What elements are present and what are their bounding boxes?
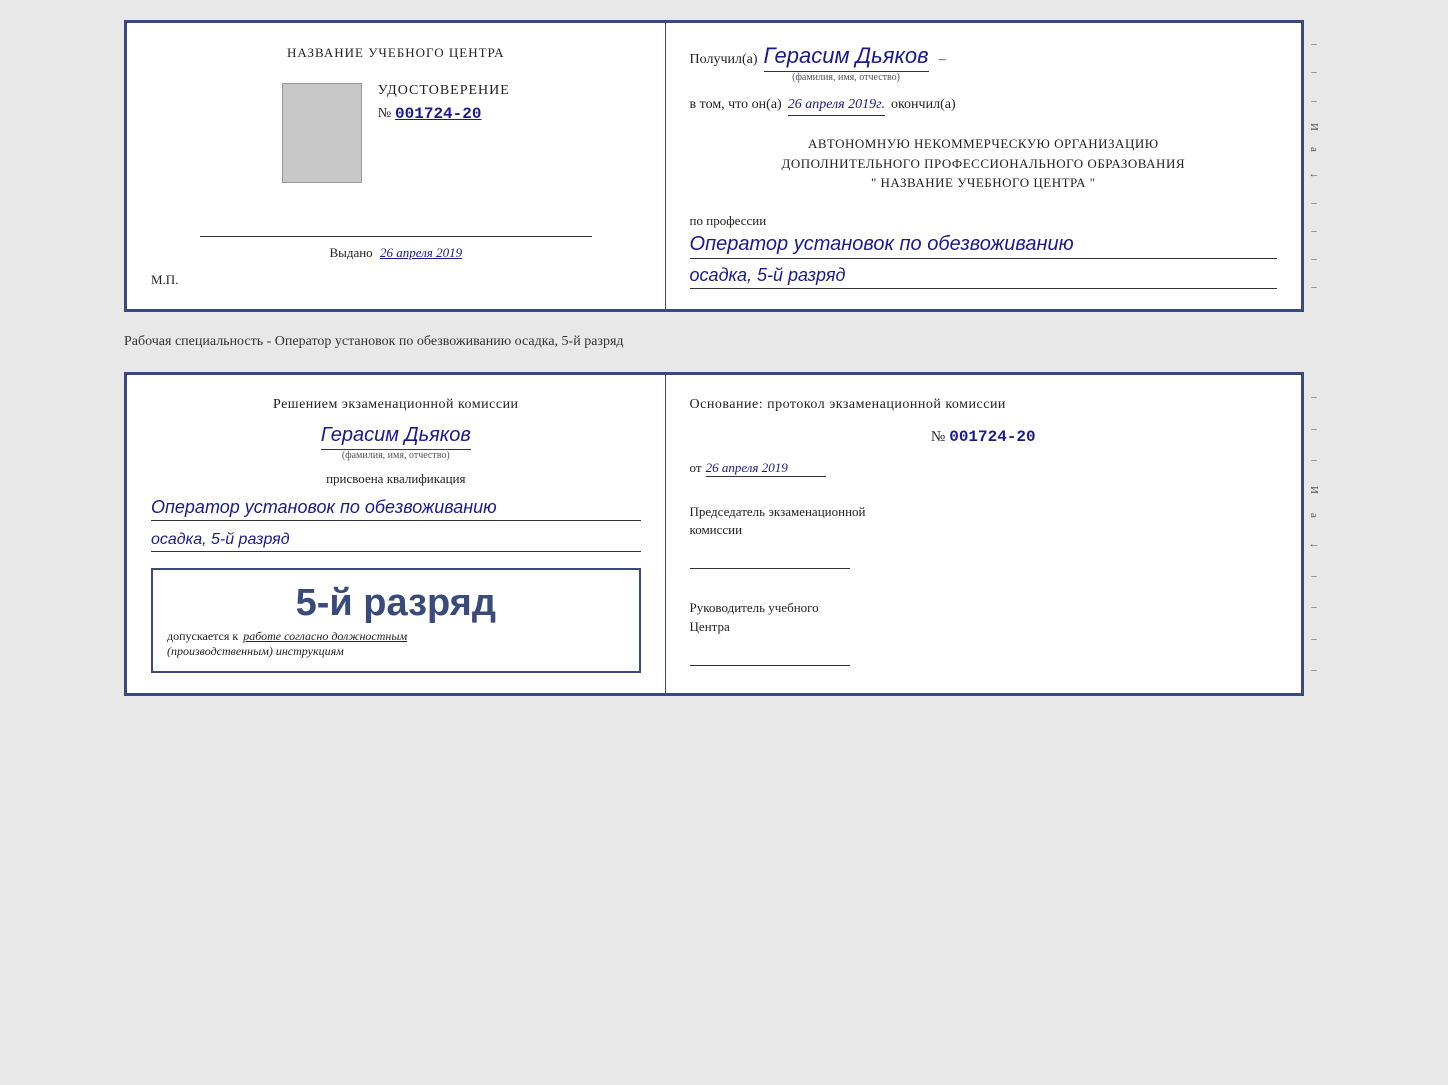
date-prefix: в том, что он(а) xyxy=(690,97,782,113)
date-value: 26 апреля 2019г. xyxy=(788,97,885,116)
bdeco-1: – xyxy=(1311,391,1317,403)
chairman-label: Председатель экзаменационной xyxy=(690,503,1277,521)
school-name-top: НАЗВАНИЕ УЧЕБНОГО ЦЕНТРА xyxy=(287,43,504,63)
decision-title: Решением экзаменационной комиссии xyxy=(273,395,519,415)
cert-number-row: № 001724-20 xyxy=(378,105,510,123)
deco-dash-7: – xyxy=(1311,281,1317,293)
org-line3: " НАЗВАНИЕ УЧЕБНОГО ЦЕНТРА " xyxy=(690,173,1277,193)
org-block: АВТОНОМНУЮ НЕКОММЕРЧЕСКУЮ ОРГАНИЗАЦИЮ ДО… xyxy=(690,134,1277,193)
deco-char-a: а xyxy=(1308,147,1320,152)
director-label2: Центра xyxy=(690,618,1277,636)
separator-label: Рабочая специальность - Оператор установ… xyxy=(124,330,1324,354)
issued-block: Выдано 26 апреля 2019 xyxy=(151,220,641,261)
protocol-date-value: 26 апреля 2019 xyxy=(706,460,826,477)
top-cert-card: НАЗВАНИЕ УЧЕБНОГО ЦЕНТРА УДОСТОВЕРЕНИЕ №… xyxy=(124,20,1304,312)
deco-dash-5: – xyxy=(1311,225,1317,237)
allowed-text: работе согласно должностным xyxy=(243,629,407,643)
top-cert-right: Получил(а) Герасим Дьяков (фамилия, имя,… xyxy=(666,23,1301,309)
protocol-prefix: № xyxy=(931,429,945,446)
org-line1: АВТОНОМНУЮ НЕКОММЕРЧЕСКУЮ ОРГАНИЗАЦИЮ xyxy=(690,134,1277,154)
profession-block: по профессии Оператор установок по обезв… xyxy=(690,213,1277,289)
bottom-cert-card: Решением экзаменационной комиссии Гераси… xyxy=(124,372,1304,697)
recipient-row: Получил(а) Герасим Дьяков (фамилия, имя,… xyxy=(690,43,1277,83)
bottom-cert-right: Основание: протокол экзаменационной коми… xyxy=(666,375,1301,694)
bdeco-i: И xyxy=(1308,486,1320,494)
bdeco-3: – xyxy=(1311,454,1317,466)
right-deco-top: – – – И а ← – – – – xyxy=(1304,20,1324,312)
right-deco-bottom: – – – И а ← – – – – xyxy=(1304,372,1324,697)
allowed-suffix: (производственным) инструкциям xyxy=(167,644,625,659)
deco-dash-2: – xyxy=(1311,66,1317,78)
photo-placeholder xyxy=(282,83,362,183)
cert-number-prefix: № xyxy=(378,106,391,122)
deco-dash-6: – xyxy=(1311,253,1317,265)
qualification-line1: Оператор установок по обезвоживанию xyxy=(151,497,641,521)
dash-sep: – xyxy=(939,52,946,68)
director-block: Руководитель учебного Центра xyxy=(690,599,1277,665)
chairman-label2: комиссии xyxy=(690,521,1277,539)
recipient-prefix: Получил(а) xyxy=(690,52,758,68)
mp-row: М.П. xyxy=(151,271,641,289)
org-line2: ДОПОЛНИТЕЛЬНОГО ПРОФЕССИОНАЛЬНОГО ОБРАЗО… xyxy=(690,154,1277,174)
bottom-name-sub: (фамилия, имя, отчество) xyxy=(342,450,450,461)
rank-box: 5-й разряд допускается к работе согласно… xyxy=(151,568,641,673)
chairman-signature-line xyxy=(690,545,850,569)
recipient-sub: (фамилия, имя, отчество) xyxy=(792,72,900,83)
bottom-cert-wrapper: Решением экзаменационной комиссии Гераси… xyxy=(124,372,1324,697)
cert-id-block: УДОСТОВЕРЕНИЕ № 001724-20 xyxy=(378,83,510,123)
protocol-row: № 001724-20 xyxy=(690,428,1277,446)
cert-title: УДОСТОВЕРЕНИЕ xyxy=(378,83,510,99)
assigned-label: присвоена квалификация xyxy=(326,471,465,487)
protocol-number: 001724-20 xyxy=(949,428,1035,446)
bdeco-4: – xyxy=(1311,570,1317,582)
qualification-line2: осадка, 5-й разряд xyxy=(151,531,641,552)
protocol-date-row: от 26 апреля 2019 xyxy=(690,460,1277,477)
rank-display: 5-й разряд xyxy=(167,582,625,625)
profession-line2: осадка, 5-й разряд xyxy=(690,265,1277,289)
bottom-name: Герасим Дьяков xyxy=(321,424,471,450)
issued-date: 26 апреля 2019 xyxy=(380,245,462,260)
recipient-name: Герасим Дьяков xyxy=(764,43,929,72)
chairman-block: Председатель экзаменационной комиссии xyxy=(690,503,1277,569)
bdeco-5: – xyxy=(1311,601,1317,613)
bottom-name-block: Герасим Дьяков (фамилия, имя, отчество) xyxy=(151,424,641,461)
recipient-name-block: Герасим Дьяков (фамилия, имя, отчество) xyxy=(764,43,929,83)
protocol-date-prefix: от xyxy=(690,460,702,476)
date-row: в том, что он(а) 26 апреля 2019г. окончи… xyxy=(690,97,1277,116)
date-suffix: окончил(а) xyxy=(891,97,956,113)
top-cert-wrapper: НАЗВАНИЕ УЧЕБНОГО ЦЕНТРА УДОСТОВЕРЕНИЕ №… xyxy=(124,20,1324,312)
bdeco-2: – xyxy=(1311,423,1317,435)
bdeco-6: – xyxy=(1311,633,1317,645)
deco-char-i: И xyxy=(1308,123,1320,131)
allowed-prefix: допускается к xyxy=(167,629,238,643)
mp-label: М.П. xyxy=(151,272,178,287)
deco-dash-1: – xyxy=(1311,38,1317,50)
profession-label: по профессии xyxy=(690,213,1277,229)
issued-label: Выдано xyxy=(329,245,372,260)
page-wrapper: НАЗВАНИЕ УЧЕБНОГО ЦЕНТРА УДОСТОВЕРЕНИЕ №… xyxy=(124,20,1324,696)
top-cert-left: НАЗВАНИЕ УЧЕБНОГО ЦЕНТРА УДОСТОВЕРЕНИЕ №… xyxy=(127,23,666,309)
bottom-cert-left: Решением экзаменационной комиссии Гераси… xyxy=(127,375,666,694)
cert-middle-row: УДОСТОВЕРЕНИЕ № 001724-20 xyxy=(282,83,510,183)
cert-number: 001724-20 xyxy=(395,105,481,123)
basis-title: Основание: протокол экзаменационной коми… xyxy=(690,395,1277,415)
profession-line1: Оператор установок по обезвоживанию xyxy=(690,233,1277,259)
deco-dash-3: – xyxy=(1311,95,1317,107)
bdeco-a: а xyxy=(1308,513,1320,518)
allowed-row: допускается к работе согласно должностны… xyxy=(167,629,625,644)
issued-row: Выдано 26 апреля 2019 xyxy=(151,245,641,261)
bdeco-arrow: ← xyxy=(1309,538,1320,550)
bdeco-7: – xyxy=(1311,664,1317,676)
deco-arrow: ← xyxy=(1309,168,1320,180)
director-signature-line xyxy=(690,642,850,666)
director-label: Руководитель учебного xyxy=(690,599,1277,617)
deco-dash-4: – xyxy=(1311,197,1317,209)
